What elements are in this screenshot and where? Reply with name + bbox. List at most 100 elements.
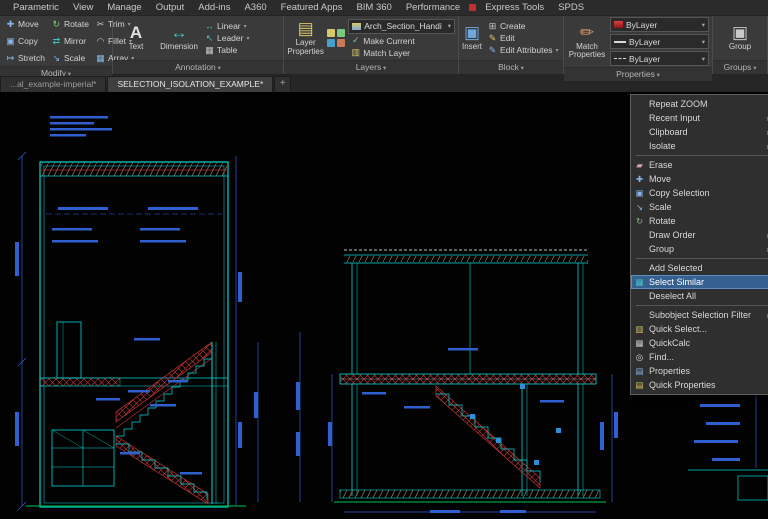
- group-icon: [732, 24, 748, 42]
- context-menu-item-erase[interactable]: Erase: [631, 158, 768, 172]
- stretch-button[interactable]: Stretch: [3, 53, 47, 63]
- layer-color-swatch: [352, 23, 361, 30]
- context-menu-item-move[interactable]: Move: [631, 172, 768, 186]
- scale-icon: [51, 54, 62, 63]
- autocad-window: Parametric View Manage Output Add-ins A3…: [0, 0, 768, 519]
- layer-freeze-icon[interactable]: [327, 39, 335, 47]
- menu-manage[interactable]: Manage: [100, 2, 148, 13]
- context-menu-item-subobject-selection-filter[interactable]: Subobject Selection Filter›: [631, 308, 768, 322]
- match-layer-button[interactable]: Match Layer: [348, 48, 455, 58]
- context-menu-separator: [636, 155, 768, 156]
- rotate-button[interactable]: Rotate: [49, 19, 91, 29]
- leader-button[interactable]: Leader: [202, 33, 251, 43]
- panel-groups: Group Groups: [713, 16, 768, 74]
- context-menu-item-scale[interactable]: Scale: [631, 200, 768, 214]
- context-menu-item-quick-select[interactable]: Quick Select...: [631, 322, 768, 336]
- context-menu-item-draw-order[interactable]: Draw Order›: [631, 228, 768, 242]
- panel-label-groups[interactable]: Groups: [713, 60, 767, 74]
- drawing-canvas[interactable]: Repeat ZOOM Recent Input› Clipboard› Iso…: [0, 92, 768, 519]
- make-current-icon: [350, 36, 361, 45]
- rotate-icon: [634, 217, 645, 226]
- stretch-icon: [5, 54, 16, 63]
- create-block-button[interactable]: Create: [485, 21, 560, 31]
- layer-tools-cluster: [327, 29, 345, 47]
- dimension-icon: [171, 24, 188, 42]
- insert-button[interactable]: Insert: [462, 24, 482, 51]
- context-menu-item-isolate[interactable]: Isolate›: [631, 139, 768, 153]
- context-menu-item-find[interactable]: Find...: [631, 350, 768, 364]
- copy-button[interactable]: Copy: [3, 36, 47, 46]
- mirror-button[interactable]: Mirror: [49, 36, 91, 46]
- move-button[interactable]: Move: [3, 19, 47, 29]
- menu-parametric[interactable]: Parametric: [6, 2, 66, 13]
- layer-isolate-icon[interactable]: [327, 29, 335, 37]
- context-menu-item-properties[interactable]: Properties: [631, 364, 768, 378]
- table-button[interactable]: Table: [202, 45, 251, 55]
- scale-icon: [634, 203, 645, 212]
- menu-performance[interactable]: Performance: [399, 2, 467, 13]
- match-properties-icon: [580, 24, 594, 42]
- tab-selection-isolation-example[interactable]: SELECTION_ISOLATION_EXAMPLE*: [107, 76, 273, 92]
- linear-icon: [204, 22, 215, 31]
- panel-label-block[interactable]: Block: [459, 60, 563, 74]
- dimension-button[interactable]: Dimension: [159, 24, 199, 51]
- object-color-dropdown[interactable]: ByLayer: [610, 17, 709, 32]
- context-menu-item-quick-properties[interactable]: Quick Properties: [631, 378, 768, 392]
- context-menu-item-quickcalc[interactable]: QuickCalc: [631, 336, 768, 350]
- quick-select-icon: [634, 325, 645, 334]
- panel-layers: Layer Properties Arch_Section_Handi Make…: [284, 16, 459, 74]
- context-menu-item-clipboard[interactable]: Clipboard›: [631, 125, 768, 139]
- menu-featured-apps[interactable]: Featured Apps: [274, 2, 350, 13]
- context-menu-item-deselect-all[interactable]: Deselect All: [631, 289, 768, 303]
- fillet-icon: [95, 37, 106, 46]
- context-menu-item-select-similar[interactable]: Select Similar: [631, 275, 768, 289]
- panel-label-layers[interactable]: Layers: [284, 60, 458, 74]
- menu-a360[interactable]: A360: [237, 2, 273, 13]
- mirror-icon: [51, 37, 62, 46]
- scale-button[interactable]: Scale: [49, 53, 91, 63]
- menu-view[interactable]: View: [66, 2, 100, 13]
- menu-bim-360[interactable]: BIM 360: [349, 2, 398, 13]
- match-properties-button[interactable]: Match Properties: [567, 24, 607, 60]
- context-menu-item-repeat-zoom[interactable]: Repeat ZOOM: [631, 97, 768, 111]
- properties-icon: [634, 367, 645, 376]
- menu-express-tools[interactable]: Express Tools: [478, 2, 551, 13]
- layer-properties-button[interactable]: Layer Properties: [287, 20, 324, 56]
- make-current-button[interactable]: Make Current: [348, 36, 455, 46]
- linetype-dropdown[interactable]: ByLayer: [610, 51, 709, 66]
- edit-attributes-button[interactable]: Edit Attributes: [485, 45, 560, 55]
- insert-icon: [464, 24, 480, 42]
- context-menu-item-add-selected[interactable]: Add Selected: [631, 261, 768, 275]
- table-icon: [204, 46, 215, 55]
- ribbon: Move Rotate Trim Copy Mirror Fillet Stre…: [0, 16, 768, 75]
- panel-properties: Match Properties ByLayer ByLayer ByLayer…: [564, 16, 713, 74]
- panel-label-annotation[interactable]: Annotation: [113, 60, 283, 74]
- group-button[interactable]: Group: [720, 24, 760, 51]
- context-menu-item-rotate[interactable]: Rotate: [631, 214, 768, 228]
- menubar: Parametric View Manage Output Add-ins A3…: [0, 0, 768, 16]
- layer-off-icon[interactable]: [337, 39, 345, 47]
- cad-left-section: [15, 116, 246, 510]
- lineweight-dropdown[interactable]: ByLayer: [610, 34, 709, 49]
- layer-select-dropdown[interactable]: Arch_Section_Handi: [348, 19, 455, 34]
- tab-example-imperial[interactable]: ...al_example-imperial*: [0, 76, 106, 92]
- select-similar-icon: [634, 278, 645, 287]
- panel-label-properties[interactable]: Properties: [564, 67, 712, 81]
- context-menu-separator: [636, 258, 768, 259]
- layer-unisolate-icon[interactable]: [337, 29, 345, 37]
- layer-properties-icon: [298, 20, 314, 38]
- context-menu: Repeat ZOOM Recent Input› Clipboard› Iso…: [630, 94, 768, 395]
- menu-spds[interactable]: SPDS: [551, 2, 591, 13]
- quick-properties-icon: [634, 381, 645, 390]
- context-menu-item-group[interactable]: Group›: [631, 242, 768, 256]
- new-drawing-tab-button[interactable]: +: [274, 76, 291, 92]
- menu-output[interactable]: Output: [149, 2, 192, 13]
- edit-block-button[interactable]: Edit: [485, 33, 560, 43]
- context-menu-item-copy-selection[interactable]: Copy Selection: [631, 186, 768, 200]
- context-menu-separator: [636, 305, 768, 306]
- find-icon: [634, 353, 645, 362]
- text-button[interactable]: Text: [116, 24, 156, 51]
- context-menu-item-recent-input[interactable]: Recent Input›: [631, 111, 768, 125]
- menu-add-ins[interactable]: Add-ins: [191, 2, 237, 13]
- linear-button[interactable]: Linear: [202, 21, 251, 31]
